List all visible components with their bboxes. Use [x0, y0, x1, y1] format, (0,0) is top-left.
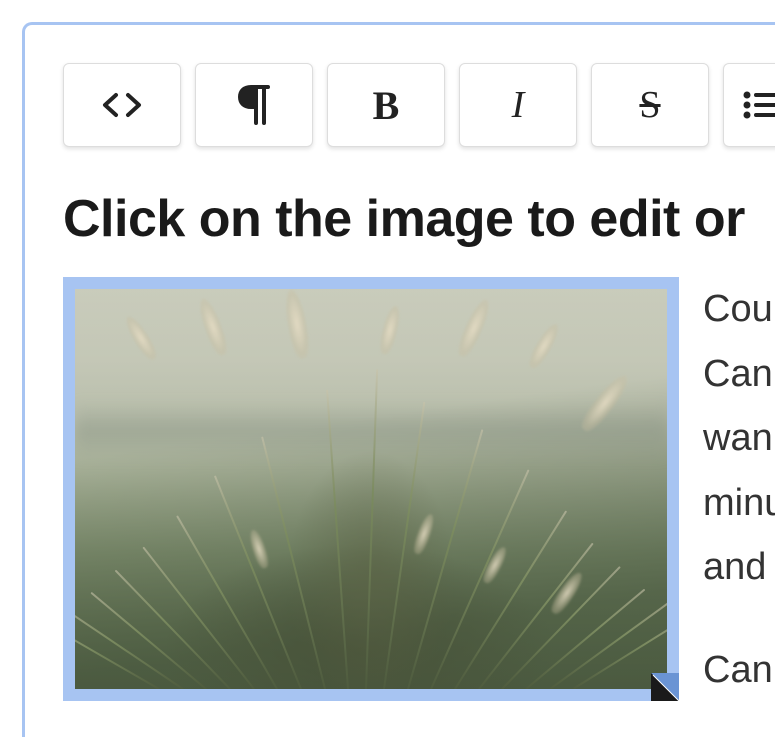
body-line: minu — [703, 471, 775, 536]
body-line: Can v — [703, 342, 775, 407]
resize-se-icon — [649, 671, 683, 705]
content-body: Could Can v wann minu and u Can y — [63, 277, 775, 703]
unordered-list-button[interactable] — [723, 63, 775, 147]
code-view-button[interactable] — [63, 63, 181, 147]
bold-button[interactable]: B — [327, 63, 445, 147]
body-paragraph[interactable]: Could Can v wann minu and u Can y — [703, 277, 775, 703]
formatting-toolbar: B I S — [63, 63, 775, 147]
bold-icon: B — [373, 82, 400, 129]
body-line: and u — [703, 535, 775, 600]
code-icon — [101, 91, 143, 119]
strikethrough-icon: S — [639, 83, 660, 127]
pilcrow-icon — [238, 85, 270, 125]
paragraph-button[interactable] — [195, 63, 313, 147]
strikethrough-button[interactable]: S — [591, 63, 709, 147]
italic-icon: I — [512, 83, 525, 127]
image-resize-handle-se[interactable] — [649, 671, 683, 705]
content-heading[interactable]: Click on the image to edit or — [63, 189, 775, 249]
list-icon — [742, 90, 775, 120]
content-image[interactable] — [75, 289, 667, 689]
italic-button[interactable]: I — [459, 63, 577, 147]
selected-image-frame[interactable] — [63, 277, 679, 701]
body-line: wann — [703, 406, 775, 471]
editor-container: B I S Click on the image to edit or — [22, 22, 775, 737]
body-line: Can y — [703, 638, 775, 703]
body-line: Could — [703, 277, 775, 342]
